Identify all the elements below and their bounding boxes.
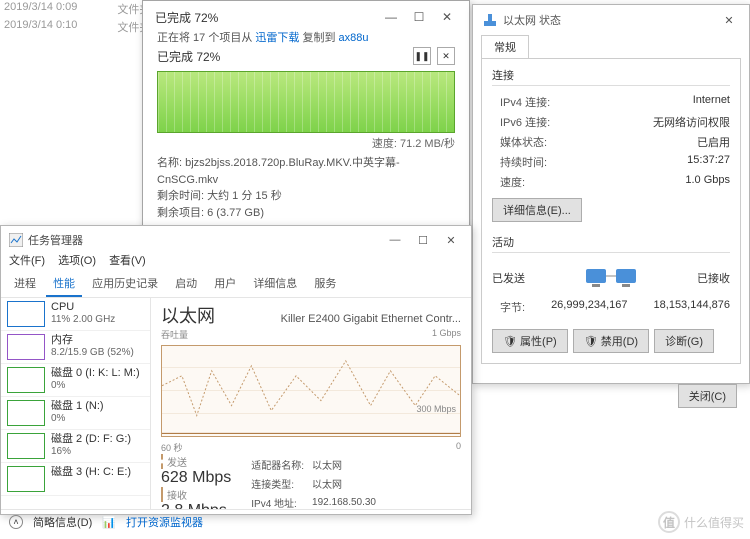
sidebar-item-disk2[interactable]: 磁盘 2 (D: F: G:)16% [1,430,150,463]
bytes-received: 18,153,144,876 [654,299,730,315]
tab-strip: 进程 性能 应用历史记录 启动 用户 详细信息 服务 [1,271,471,297]
sent-label: 已发送 [492,270,525,286]
cancel-copy-button[interactable]: ✕ [437,47,455,65]
copy-dialog-title: 已完成 72% [155,9,218,26]
copy-source-link[interactable]: 迅雷下载 [255,32,299,44]
sidebar-item-disk0[interactable]: 磁盘 0 (I: K: L: M:)0% [1,364,150,397]
bytes-sent: 26,999,234,167 [551,299,627,315]
sidebar-item-disk1[interactable]: 磁盘 1 (N:)0% [1,397,150,430]
properties-button[interactable]: 🛡 属性(P) [492,329,568,353]
resource-monitor-icon: 📊 [102,516,116,529]
disable-button[interactable]: 🛡 禁用(D) [573,329,649,353]
adapter-name: Killer E2400 Gigabit Ethernet Contr... [223,313,461,325]
task-manager-window: 任务管理器 — ☐ ✕ 文件(F) 选项(O) 查看(V) 进程 性能 应用历史… [0,225,472,515]
minimize-button[interactable]: — [381,230,409,250]
ethernet-heading: 以太网 [161,302,215,328]
sidebar-item-cpu[interactable]: CPU11% 2.00 GHz [1,298,150,331]
recv-value: 2.8 Mbps [161,502,231,509]
tab-users[interactable]: 用户 [207,271,243,295]
send-value: 628 Mbps [161,469,231,487]
pause-button[interactable]: ❚❚ [413,47,431,65]
explorer-background: 2019/3/14 0:09文件夹 2019/3/14 0:10文件夹 [0,0,154,36]
close-button[interactable]: ✕ [715,10,743,30]
open-resource-monitor-link[interactable]: 打开资源监视器 [126,514,203,530]
close-dialog-button[interactable]: 关闭(C) [678,384,737,408]
copy-dest-link[interactable]: ax88u [339,32,369,44]
copy-subtitle: 正在将 17 个项目从 迅雷下载 复制到 ax88u [143,29,469,45]
tab-app-history[interactable]: 应用历史记录 [85,271,165,295]
task-manager-title: 任务管理器 [28,232,381,248]
copy-progress-dialog: 已完成 72% — ☐ ✕ 正在将 17 个项目从 迅雷下载 复制到 ax88u… [142,0,470,263]
computers-icon [584,263,638,293]
brief-info-link[interactable]: 简略信息(D) [33,514,92,530]
tab-processes[interactable]: 进程 [7,271,43,295]
ethernet-dialog-title: 以太网 状态 [503,12,715,28]
maximize-button[interactable]: ☐ [409,230,437,250]
tab-performance[interactable]: 性能 [46,271,82,297]
recv-label: 接收 [161,487,231,502]
throughput-graph: 300 Mbps [161,345,461,437]
menu-view[interactable]: 查看(V) [109,255,146,267]
tab-details[interactable]: 详细信息 [246,271,304,295]
menu-file[interactable]: 文件(F) [9,255,45,267]
maximize-button[interactable]: ☐ [405,7,433,27]
minimize-button[interactable]: — [377,7,405,27]
copy-progress-text: 已完成 72% [157,48,407,65]
send-label: 发送 [161,454,231,469]
menu-bar: 文件(F) 选项(O) 查看(V) [1,252,471,271]
watermark: 值什么值得买 [658,511,744,533]
network-icon [483,13,497,27]
copy-speed-label: 速度: 71.2 MB/秒 [143,135,469,155]
tab-services[interactable]: 服务 [307,271,343,295]
performance-sidebar: CPU11% 2.00 GHz 内存8.2/15.9 GB (52%) 磁盘 0… [1,298,151,509]
adapter-info-table: 适配器名称:以太网 连接类型:以太网 IPv4 地址:192.168.50.30… [249,454,459,509]
section-connection: 连接 [492,67,730,83]
tab-startup[interactable]: 启动 [168,271,204,295]
tab-general[interactable]: 常规 [481,35,529,58]
received-label: 已接收 [697,270,730,286]
performance-detail: 以太网 Killer E2400 Gigabit Ethernet Contr.… [151,298,471,509]
close-button[interactable]: ✕ [437,230,465,250]
details-button[interactable]: 详细信息(E)... [492,198,582,222]
task-manager-icon [9,233,23,247]
sidebar-item-disk3[interactable]: 磁盘 3 (H: C: E:) [1,463,150,496]
diagnose-button[interactable]: 诊断(G) [654,329,714,353]
copy-speed-graph [157,71,455,133]
close-button[interactable]: ✕ [433,7,461,27]
copy-details: 名称: bjzs2bjss.2018.720p.BluRay.MKV.中英字幕-… [143,155,469,229]
chevron-up-icon[interactable]: ˄ [9,515,23,529]
ethernet-status-dialog: 以太网 状态 ✕ 常规 连接 IPv4 连接:Internet IPv6 连接:… [472,4,750,384]
menu-options[interactable]: 选项(O) [58,255,96,267]
section-activity: 活动 [492,234,730,250]
sidebar-item-memory[interactable]: 内存8.2/15.9 GB (52%) [1,331,150,364]
